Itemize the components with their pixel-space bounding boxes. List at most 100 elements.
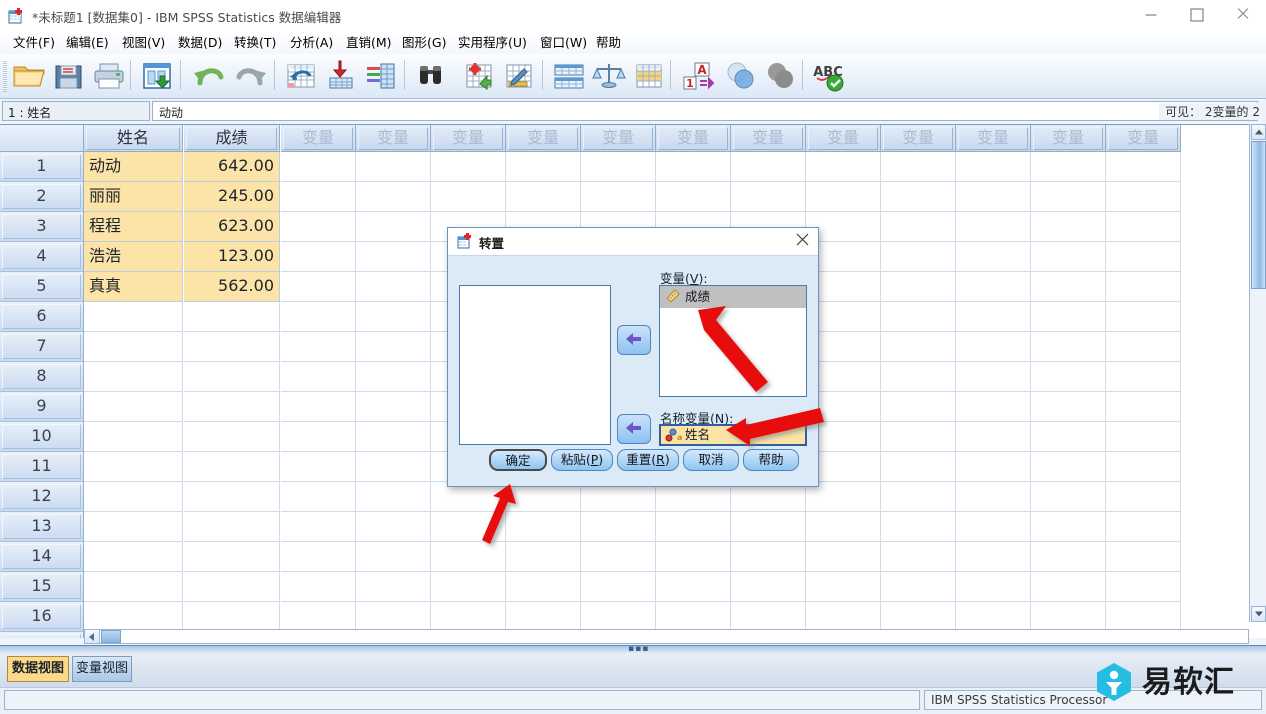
- recall-dialogs-icon[interactable]: [138, 57, 176, 95]
- grid-cell[interactable]: [1031, 542, 1106, 572]
- grid-cell[interactable]: [806, 152, 881, 182]
- grid-cell[interactable]: [956, 392, 1031, 422]
- row-header[interactable]: 13: [0, 512, 84, 542]
- grid-cell[interactable]: [731, 602, 806, 632]
- grid-cell[interactable]: [356, 422, 431, 452]
- grid-cell[interactable]: [506, 542, 581, 572]
- grid-cell[interactable]: [1106, 452, 1181, 482]
- grid-cell[interactable]: [184, 602, 280, 632]
- value-labels-icon[interactable]: A 1: [678, 57, 716, 95]
- insert-case-icon[interactable]: [460, 57, 498, 95]
- scroll-up-button[interactable]: [1251, 124, 1266, 140]
- horizontal-scroll-thumb[interactable]: [101, 630, 121, 643]
- menu-analyze[interactable]: 分析(A): [285, 34, 338, 52]
- grid-cell[interactable]: [356, 512, 431, 542]
- grid-cell[interactable]: [881, 272, 956, 302]
- grid-cell[interactable]: [581, 182, 656, 212]
- grid-cell[interactable]: [956, 212, 1031, 242]
- grid-cell[interactable]: 丽丽: [84, 182, 183, 212]
- grid-cell[interactable]: [356, 542, 431, 572]
- paste-button[interactable]: 粘贴(P): [551, 449, 613, 471]
- grid-cell[interactable]: [184, 302, 280, 332]
- grid-cell[interactable]: [881, 392, 956, 422]
- grid-cell[interactable]: [731, 572, 806, 602]
- grid-cell[interactable]: [506, 602, 581, 632]
- menu-utilities[interactable]: 实用程序(U): [453, 34, 532, 52]
- column-header[interactable]: 变量: [431, 125, 506, 152]
- grid-cell[interactable]: [84, 302, 183, 332]
- grid-cell[interactable]: [1031, 152, 1106, 182]
- grid-cell[interactable]: [356, 452, 431, 482]
- grid-cell[interactable]: [956, 512, 1031, 542]
- row-header[interactable]: 16: [0, 602, 84, 632]
- horizontal-scrollbar[interactable]: [84, 629, 1249, 644]
- grid-cell[interactable]: [356, 302, 431, 332]
- grid-cell[interactable]: [956, 242, 1031, 272]
- save-icon[interactable]: [50, 57, 88, 95]
- show-all-variables-icon[interactable]: [762, 57, 800, 95]
- grid-cell[interactable]: [1106, 542, 1181, 572]
- grid-cell[interactable]: [1106, 212, 1181, 242]
- grid-cell[interactable]: [881, 572, 956, 602]
- tab-data-view[interactable]: 数据视图: [7, 656, 69, 682]
- grid-cell[interactable]: [956, 572, 1031, 602]
- grid-cell[interactable]: [1106, 422, 1181, 452]
- grid-cell[interactable]: [281, 482, 356, 512]
- grid-cell[interactable]: [881, 422, 956, 452]
- row-header[interactable]: 6: [0, 302, 84, 332]
- grid-cell[interactable]: [356, 362, 431, 392]
- grid-cell[interactable]: [656, 572, 731, 602]
- grid-cell[interactable]: [1106, 152, 1181, 182]
- grid-cell[interactable]: [1106, 332, 1181, 362]
- row-header[interactable]: 4: [0, 242, 84, 272]
- row-header[interactable]: 14: [0, 542, 84, 572]
- column-header[interactable]: 变量: [1031, 125, 1106, 152]
- close-button[interactable]: [1220, 0, 1266, 30]
- source-variable-list[interactable]: [459, 285, 611, 445]
- grid-cell[interactable]: [281, 602, 356, 632]
- column-header[interactable]: 变量: [956, 125, 1031, 152]
- grid-cell[interactable]: [84, 602, 183, 632]
- grid-cell[interactable]: [881, 452, 956, 482]
- row-header[interactable]: 17: [0, 632, 84, 638]
- undo-icon[interactable]: [190, 57, 228, 95]
- grid-cell[interactable]: [1031, 242, 1106, 272]
- grid-cell[interactable]: [806, 182, 881, 212]
- grid-cell[interactable]: [581, 572, 656, 602]
- grid-cell[interactable]: [184, 452, 280, 482]
- grid-cell[interactable]: [656, 602, 731, 632]
- open-file-icon[interactable]: [10, 57, 48, 95]
- grid-cell[interactable]: [881, 362, 956, 392]
- grid-cell[interactable]: [281, 392, 356, 422]
- grid-cell[interactable]: [431, 182, 506, 212]
- grid-cell[interactable]: [281, 512, 356, 542]
- grid-cell[interactable]: [656, 542, 731, 572]
- grid-cell[interactable]: [881, 332, 956, 362]
- minimize-button[interactable]: [1128, 0, 1174, 30]
- grid-cell[interactable]: [956, 302, 1031, 332]
- grid-cell[interactable]: [356, 392, 431, 422]
- grid-cell[interactable]: [956, 152, 1031, 182]
- grid-cell[interactable]: [84, 452, 183, 482]
- grid-cell[interactable]: [956, 272, 1031, 302]
- grid-cell[interactable]: [356, 182, 431, 212]
- grid-cell[interactable]: [881, 152, 956, 182]
- insert-variable-icon[interactable]: [500, 57, 538, 95]
- grid-cell[interactable]: [1031, 272, 1106, 302]
- grid-cell[interactable]: [1031, 362, 1106, 392]
- grid-cell[interactable]: [881, 182, 956, 212]
- column-header[interactable]: 成绩: [184, 125, 280, 152]
- grid-cell[interactable]: [1106, 302, 1181, 332]
- row-header[interactable]: 12: [0, 482, 84, 512]
- grid-cell[interactable]: [184, 422, 280, 452]
- grid-cell[interactable]: 动动: [84, 152, 183, 182]
- grid-cell[interactable]: [356, 272, 431, 302]
- grid-cell[interactable]: [881, 212, 956, 242]
- grid-cell[interactable]: [1031, 182, 1106, 212]
- move-to-name-variable-button[interactable]: [617, 414, 651, 444]
- grid-cell[interactable]: [1106, 272, 1181, 302]
- move-to-variables-button[interactable]: [617, 325, 651, 355]
- grid-cell[interactable]: [806, 542, 881, 572]
- grid-cell[interactable]: [84, 542, 183, 572]
- row-header[interactable]: 10: [0, 422, 84, 452]
